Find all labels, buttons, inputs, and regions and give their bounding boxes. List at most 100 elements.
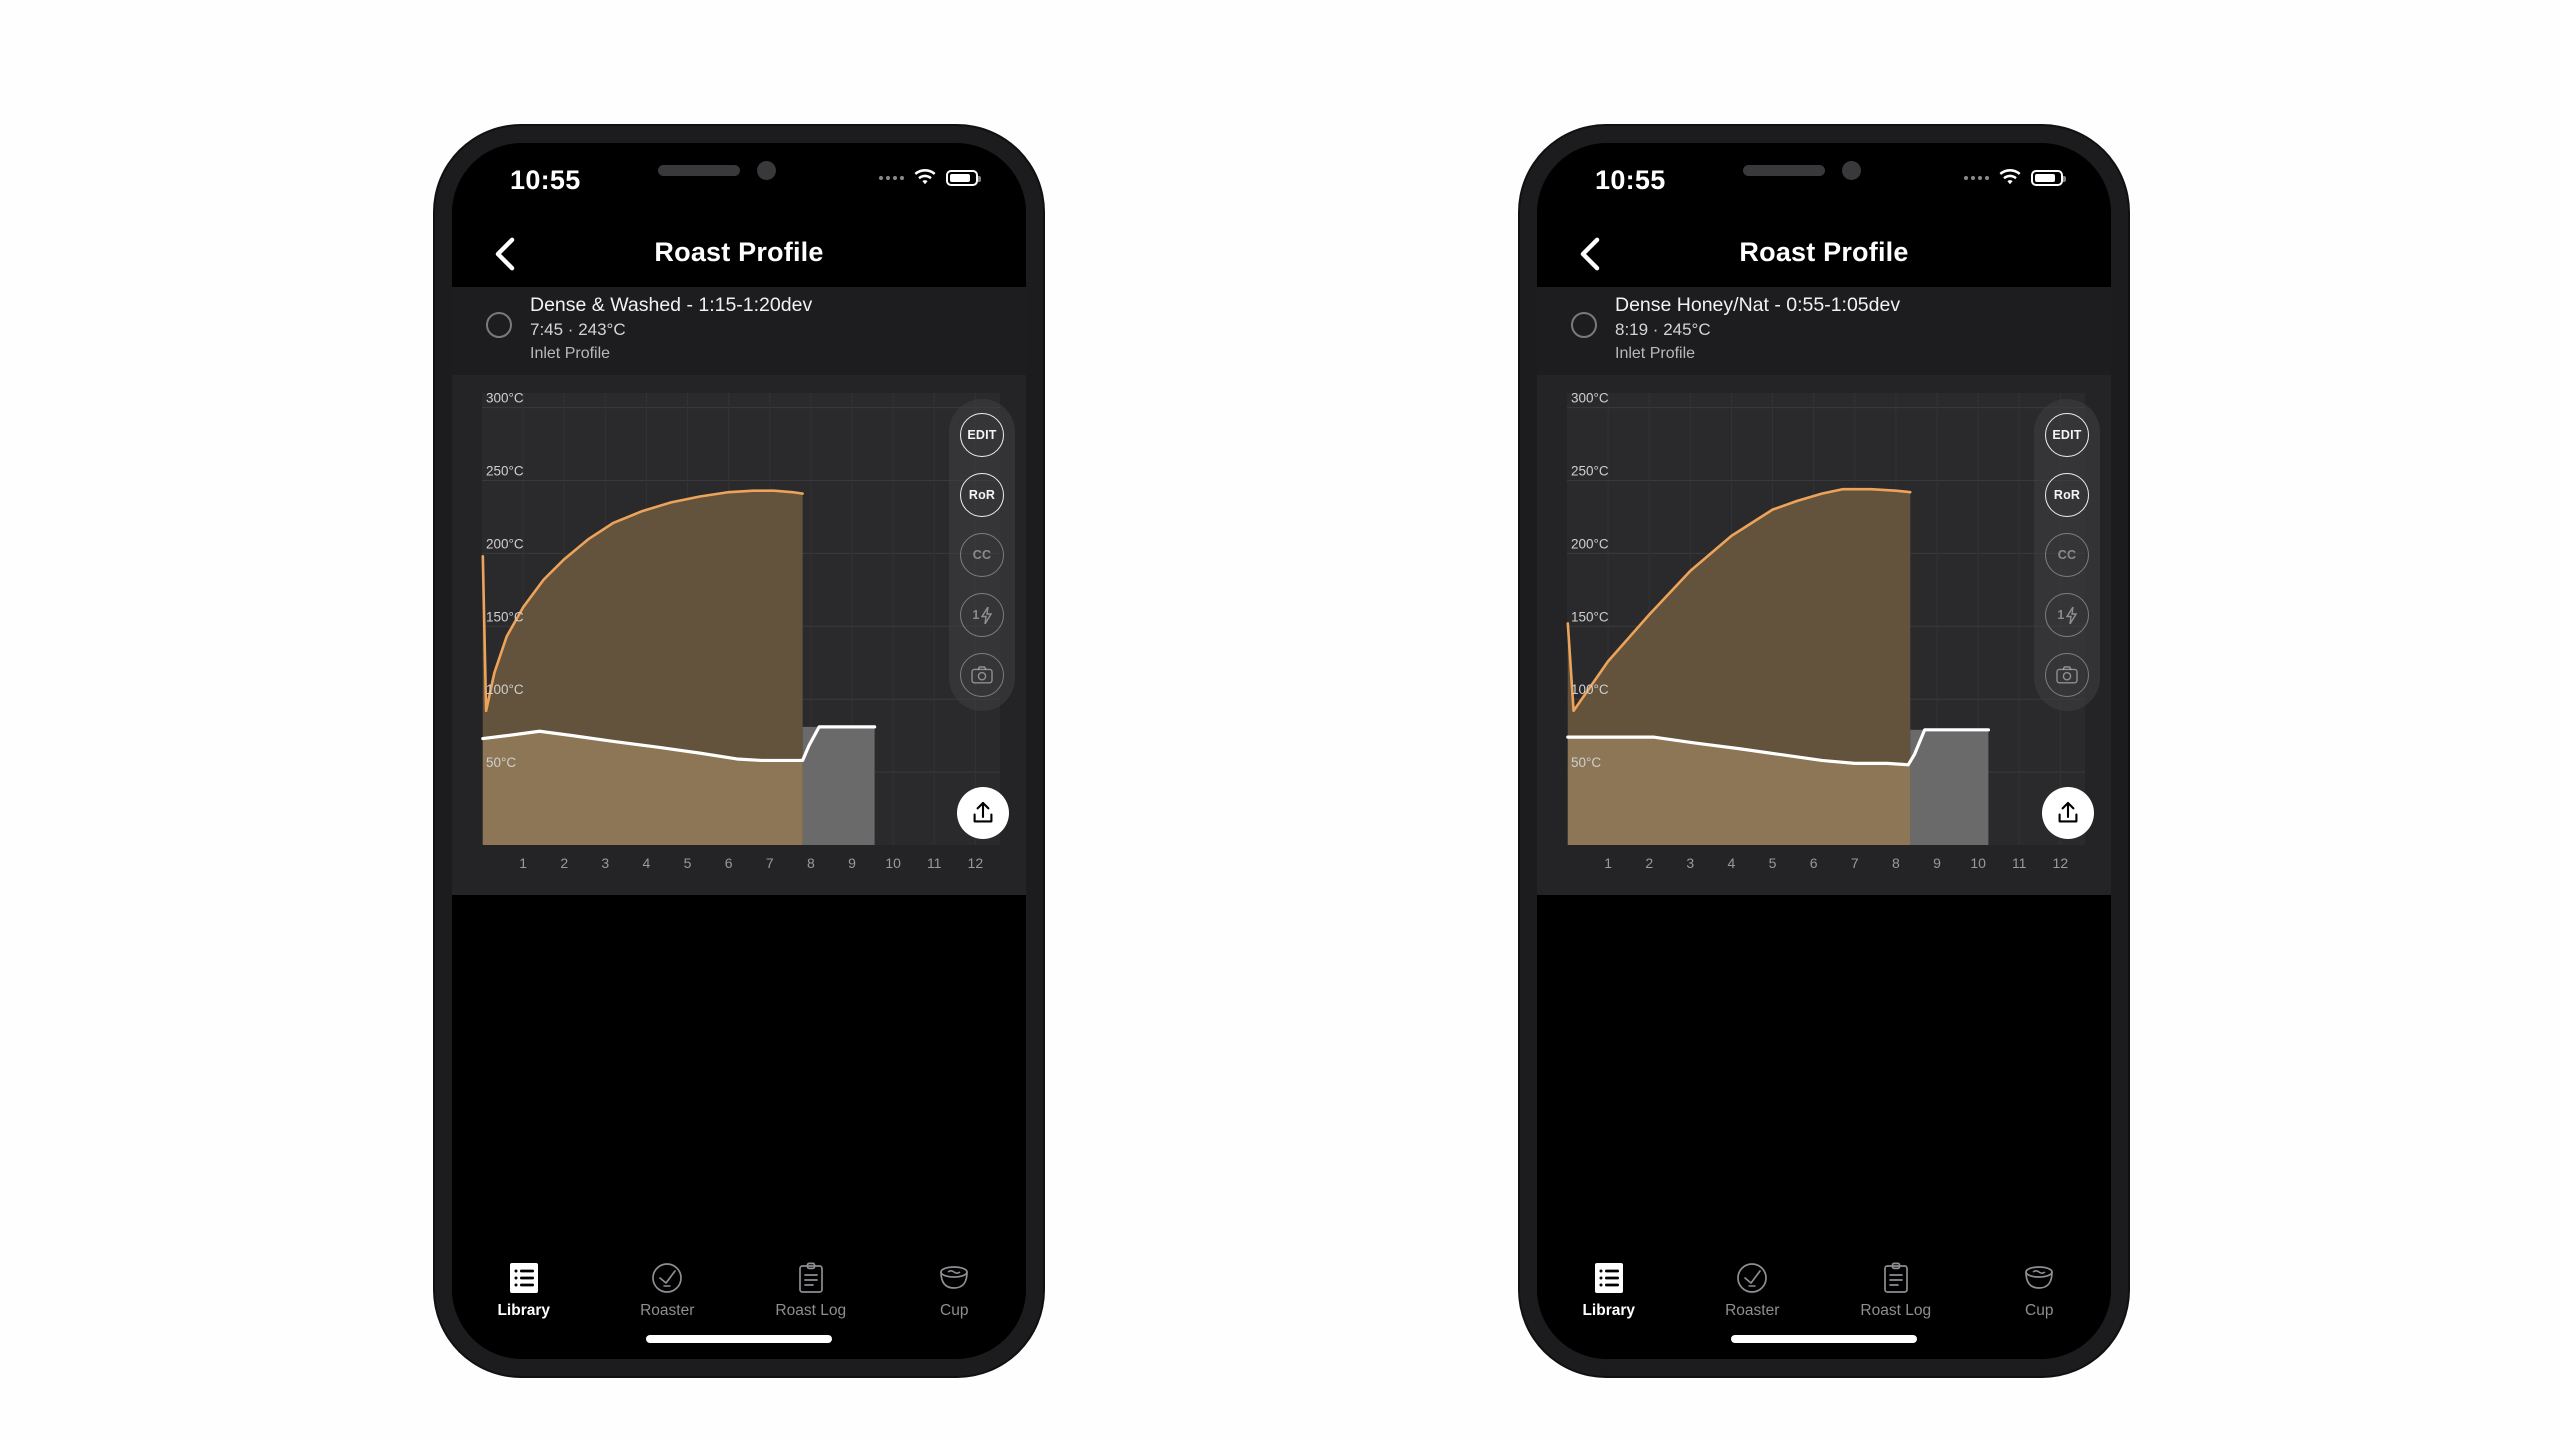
- cc-button[interactable]: CC: [960, 533, 1004, 577]
- ror-button[interactable]: RoR: [960, 473, 1004, 517]
- status-indicators: [1964, 169, 2066, 187]
- tab-library[interactable]: Library: [1537, 1261, 1681, 1359]
- edit-button[interactable]: EDIT: [2045, 413, 2089, 457]
- svg-text:6: 6: [1810, 855, 1818, 871]
- tab-roast-log-label: Roast Log: [1860, 1302, 1932, 1319]
- svg-text:50°C: 50°C: [486, 755, 516, 770]
- tab-cup[interactable]: Cup: [1968, 1261, 2112, 1359]
- radio-unselected-icon[interactable]: [1571, 312, 1597, 338]
- svg-text:11: 11: [2012, 855, 2027, 871]
- earpiece-speaker-icon: [658, 165, 740, 176]
- svg-text:10: 10: [1970, 855, 1986, 871]
- profile-summary[interactable]: Dense Honey/Nat - 0:55-1:05dev 8:19 · 24…: [1537, 287, 2111, 375]
- tab-roast-log[interactable]: Roast Log: [739, 1261, 883, 1359]
- screenshot-stage: 10:55 Roast Profile Dense & Washed - 1:1…: [0, 0, 2560, 1439]
- tab-cup-label: Cup: [2025, 1302, 2054, 1319]
- svg-text:100°C: 100°C: [1571, 682, 1609, 697]
- status-time: 10:55: [510, 165, 581, 195]
- svg-text:150°C: 150°C: [486, 609, 524, 624]
- svg-text:1: 1: [1604, 855, 1612, 871]
- power-button[interactable]: 1: [2045, 593, 2089, 637]
- tab-roaster-label: Roaster: [640, 1302, 695, 1319]
- profile-text-block: Dense & Washed - 1:15-1:20dev 7:45 · 243…: [530, 293, 812, 365]
- page-title: Roast Profile: [654, 237, 824, 267]
- svg-text:3: 3: [1686, 855, 1694, 871]
- nav-bar: Roast Profile: [1537, 221, 2111, 287]
- library-list-icon: [509, 1261, 539, 1295]
- phone-device-right: 10:55 Roast Profile Dense Honey/Nat - 0:…: [1520, 126, 2128, 1376]
- cc-button[interactable]: CC: [2045, 533, 2089, 577]
- bottom-tab-bar: Library Roaster Roast Log Cup: [1537, 1247, 2111, 1359]
- svg-text:4: 4: [643, 855, 651, 871]
- share-button[interactable]: [957, 787, 1009, 839]
- svg-text:7: 7: [1851, 855, 1859, 871]
- svg-text:200°C: 200°C: [1571, 536, 1609, 551]
- svg-text:250°C: 250°C: [1571, 463, 1609, 478]
- power-level-label: 1: [972, 608, 980, 622]
- device-notch: [624, 143, 854, 196]
- share-upload-icon: [2058, 801, 2078, 823]
- svg-text:2: 2: [1645, 855, 1653, 871]
- cup-icon: [2023, 1261, 2055, 1295]
- wifi-icon: [914, 169, 936, 185]
- camera-button[interactable]: [960, 653, 1004, 697]
- earpiece-speaker-icon: [1743, 165, 1825, 176]
- roast-chart-container[interactable]: 300°C 250°C 200°C 150°C 100°C 50°C 1234567891…: [452, 375, 1026, 895]
- tab-roast-log[interactable]: Roast Log: [1824, 1261, 1968, 1359]
- tab-roaster[interactable]: Roaster: [596, 1261, 740, 1359]
- bottom-tab-bar: Library Roaster Roast Log Cup: [452, 1247, 1026, 1359]
- library-list-icon: [1594, 1261, 1624, 1295]
- status-time: 10:55: [1595, 165, 1666, 195]
- roast-chart: 300°C250°C200°C150°C100°C50°C 1234567891…: [481, 391, 1000, 871]
- camera-icon: [971, 666, 993, 684]
- tab-cup[interactable]: Cup: [883, 1261, 1027, 1359]
- svg-text:1: 1: [519, 855, 527, 871]
- phone-device-left: 10:55 Roast Profile Dense & Washed - 1:1…: [435, 126, 1043, 1376]
- page-title: Roast Profile: [1739, 237, 1909, 267]
- tab-library-label: Library: [1582, 1302, 1636, 1319]
- svg-text:9: 9: [848, 855, 856, 871]
- svg-text:100°C: 100°C: [486, 682, 524, 697]
- roast-chart-container[interactable]: 300°C 250°C 200°C 150°C 100°C 50°C 1234567891…: [1537, 375, 2111, 895]
- signal-dots-icon: [1964, 176, 1989, 180]
- phone-screen-right: 10:55 Roast Profile Dense Honey/Nat - 0:…: [1537, 143, 2111, 1359]
- phone-screen-left: 10:55 Roast Profile Dense & Washed - 1:1…: [452, 143, 1026, 1359]
- profile-type: Inlet Profile: [530, 345, 611, 362]
- power-level-label: 1: [2057, 608, 2065, 622]
- home-indicator[interactable]: [646, 1335, 832, 1343]
- home-indicator[interactable]: [1731, 1335, 1917, 1343]
- svg-text:200°C: 200°C: [486, 536, 524, 551]
- device-notch: [1709, 143, 1939, 196]
- svg-text:4: 4: [1728, 855, 1736, 871]
- camera-button[interactable]: [2045, 653, 2089, 697]
- svg-text:12: 12: [2053, 855, 2069, 871]
- svg-text:2: 2: [560, 855, 568, 871]
- chart-tool-panel: EDIT RoR CC 1: [2034, 399, 2100, 711]
- roaster-dial-icon: [1736, 1261, 1768, 1295]
- status-bar: 10:55: [452, 143, 1026, 221]
- front-camera-icon: [757, 161, 776, 180]
- status-indicators: [879, 169, 981, 187]
- svg-text:10: 10: [885, 855, 901, 871]
- svg-text:8: 8: [1892, 855, 1900, 871]
- tab-roaster[interactable]: Roaster: [1681, 1261, 1825, 1359]
- svg-text:8: 8: [807, 855, 815, 871]
- power-button[interactable]: 1: [960, 593, 1004, 637]
- profile-type: Inlet Profile: [1615, 345, 1696, 362]
- svg-text:250°C: 250°C: [486, 463, 524, 478]
- ror-button[interactable]: RoR: [2045, 473, 2089, 517]
- svg-text:12: 12: [968, 855, 984, 871]
- profile-text-block: Dense Honey/Nat - 0:55-1:05dev 8:19 · 24…: [1615, 293, 1900, 365]
- tab-cup-label: Cup: [940, 1302, 969, 1319]
- clipboard-icon: [797, 1261, 825, 1295]
- profile-summary[interactable]: Dense & Washed - 1:15-1:20dev 7:45 · 243…: [452, 287, 1026, 375]
- tab-library[interactable]: Library: [452, 1261, 596, 1359]
- roaster-dial-icon: [651, 1261, 683, 1295]
- front-camera-icon: [1842, 161, 1861, 180]
- svg-text:150°C: 150°C: [1571, 609, 1609, 624]
- share-button[interactable]: [2042, 787, 2094, 839]
- edit-button[interactable]: EDIT: [960, 413, 1004, 457]
- profile-stats: 7:45 · 243°C: [530, 320, 626, 339]
- svg-text:3: 3: [601, 855, 609, 871]
- radio-unselected-icon[interactable]: [486, 312, 512, 338]
